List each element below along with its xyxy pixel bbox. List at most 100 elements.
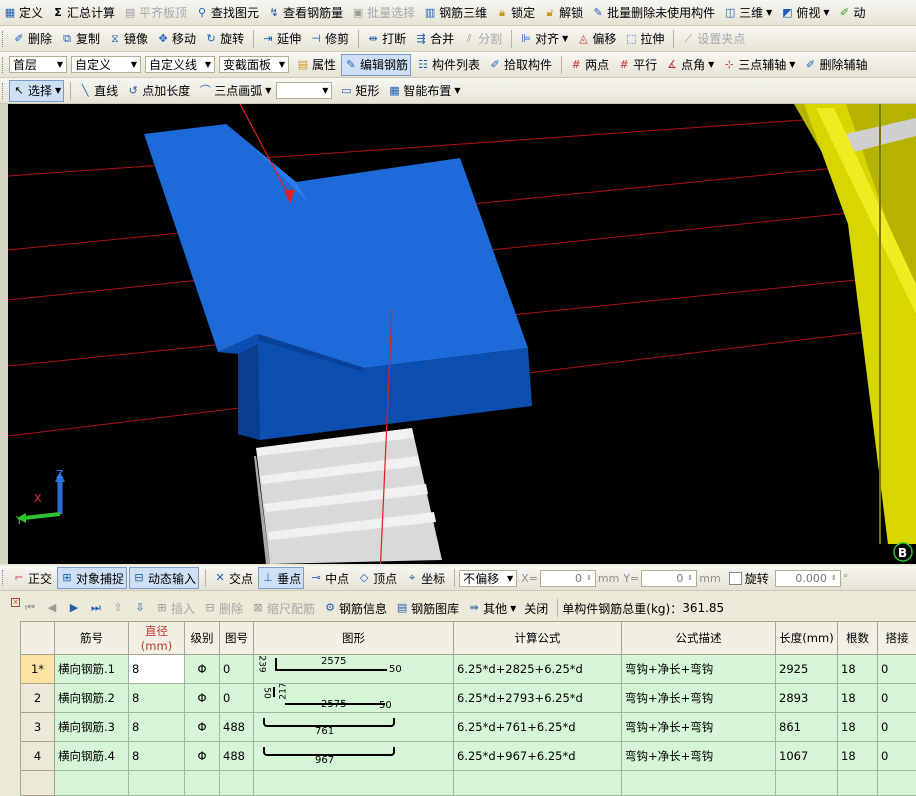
formula-cell[interactable]: [454, 771, 622, 796]
lap-cell[interactable]: [878, 771, 916, 796]
table-row[interactable]: 1* 横向钢筋.1 8 Φ 0 239 2575 50 6.25*d+2825+…: [21, 655, 916, 684]
two-point-axis-button[interactable]: #两点: [566, 55, 612, 75]
next-record-button[interactable]: ▶: [64, 598, 84, 618]
view-3d-dropdown[interactable]: ◫三维▼: [720, 3, 775, 23]
ortho-toggle[interactable]: ⌐正交: [9, 568, 55, 588]
dynamic-input-toggle[interactable]: ⊟动态输入: [129, 567, 199, 589]
formula-desc-cell[interactable]: 弯钩+净长+弯钩: [622, 655, 776, 684]
scale-rebar-button[interactable]: ⊠缩尺配筋: [248, 598, 318, 618]
grade-cell[interactable]: Φ: [185, 684, 220, 713]
trim-button[interactable]: ⊣修剪: [306, 29, 352, 49]
batch-select-button[interactable]: ▣批量选择: [348, 3, 418, 23]
count-cell[interactable]: 18: [838, 655, 878, 684]
count-cell[interactable]: 18: [838, 742, 878, 771]
close-panel-icon[interactable]: ×: [11, 598, 20, 607]
header-bar-no[interactable]: 筋号: [55, 622, 129, 655]
scene-drawing[interactable]: Z X Y B: [8, 104, 916, 564]
figure-no-cell[interactable]: 0: [220, 684, 254, 713]
toolbar-grip[interactable]: [2, 83, 6, 99]
shape-cell[interactable]: 761: [254, 713, 454, 742]
diameter-cell[interactable]: 8: [129, 713, 185, 742]
split-button[interactable]: ⫽分割: [459, 29, 505, 49]
properties-button[interactable]: ▤属性: [293, 55, 339, 75]
diameter-cell[interactable]: 8: [129, 684, 185, 713]
table-row-empty[interactable]: [21, 771, 916, 796]
offset-button[interactable]: ◬偏移: [573, 29, 619, 49]
formula-cell[interactable]: 6.25*d+967+6.25*d: [454, 742, 622, 771]
formula-cell[interactable]: 6.25*d+2793+6.25*d: [454, 684, 622, 713]
table-row[interactable]: 3 横向钢筋.3 8 Φ 488 761 6.25*d+761+6.25*d 弯…: [21, 713, 916, 742]
lock-button[interactable]: 🔒︎锁定: [492, 3, 538, 23]
intersection-snap-toggle[interactable]: ✕交点: [210, 568, 256, 588]
view-rebar-qty-button[interactable]: ↯查看钢筋量: [264, 3, 346, 23]
bar-no-cell[interactable]: 横向钢筋.3: [55, 713, 129, 742]
floor-select[interactable]: 首层▼: [9, 56, 67, 73]
midpoint-snap-toggle[interactable]: ⊸中点: [306, 568, 352, 588]
rebar-3d-button[interactable]: ▥钢筋三维: [420, 3, 490, 23]
dynamic-observe-button[interactable]: ✐动: [835, 3, 869, 23]
vertex-snap-toggle[interactable]: ◇顶点: [354, 568, 400, 588]
diameter-cell[interactable]: 8: [129, 742, 185, 771]
insert-row-button[interactable]: ⊞插入: [152, 598, 198, 618]
formula-desc-cell[interactable]: 弯钩+净长+弯钩: [622, 684, 776, 713]
top-view-dropdown[interactable]: ◩俯视▼: [777, 3, 832, 23]
component-select[interactable]: 变截面板▼: [219, 56, 289, 73]
diameter-cell[interactable]: [129, 771, 185, 796]
lap-cell[interactable]: 0: [878, 713, 916, 742]
delete-row-button[interactable]: ⊟删除: [200, 598, 246, 618]
delete-axis-button[interactable]: ✐删除辅轴: [800, 55, 870, 75]
line-button[interactable]: ╲直线: [75, 81, 121, 101]
row-number[interactable]: 3: [21, 713, 55, 742]
lap-cell[interactable]: 0: [878, 655, 916, 684]
row-number[interactable]: 1*: [21, 655, 55, 684]
y-coordinate-input[interactable]: 0⇕: [641, 570, 697, 587]
figure-no-cell[interactable]: 488: [220, 713, 254, 742]
move-down-button[interactable]: ⇩: [130, 598, 150, 618]
bar-no-cell[interactable]: 横向钢筋.1: [55, 655, 129, 684]
figure-no-cell[interactable]: 488: [220, 742, 254, 771]
align-slab-top-button[interactable]: ▤平齐板顶: [120, 3, 190, 23]
point-angle-dropdown[interactable]: ∡点角▼: [662, 55, 717, 75]
diameter-cell[interactable]: 8: [129, 655, 185, 684]
three-point-arc-dropdown[interactable]: ⌒三点画弧▼: [195, 81, 274, 101]
figure-no-cell[interactable]: 0: [220, 655, 254, 684]
x-coordinate-input[interactable]: 0⇕: [540, 570, 596, 587]
grade-cell[interactable]: Φ: [185, 742, 220, 771]
grade-cell[interactable]: [185, 771, 220, 796]
header-formula[interactable]: 计算公式: [454, 622, 622, 655]
corner-badge[interactable]: B: [894, 543, 912, 561]
lap-cell[interactable]: 0: [878, 684, 916, 713]
length-cell[interactable]: 1067: [776, 742, 838, 771]
table-row[interactable]: 2 横向钢筋.2 8 Φ 0 50 217 2575 50 6.25*d+279…: [21, 684, 916, 713]
formula-desc-cell[interactable]: 弯钩+净长+弯钩: [622, 713, 776, 742]
stair-block[interactable]: [254, 428, 442, 564]
shape-cell[interactable]: 967: [254, 742, 454, 771]
header-lap[interactable]: 搭接: [878, 622, 916, 655]
bar-no-cell[interactable]: [55, 771, 129, 796]
other-dropdown[interactable]: ⇛其他▼: [464, 598, 519, 618]
subcategory-select[interactable]: 自定义线▼: [145, 56, 215, 73]
formula-desc-cell[interactable]: [622, 771, 776, 796]
rectangle-button[interactable]: ▭矩形: [336, 81, 382, 101]
count-cell[interactable]: 18: [838, 713, 878, 742]
point-length-button[interactable]: ↺点加长度: [123, 81, 193, 101]
align-dropdown[interactable]: ⊫对齐▼: [516, 29, 571, 49]
header-shape[interactable]: 图形: [254, 622, 454, 655]
bar-no-cell[interactable]: 横向钢筋.4: [55, 742, 129, 771]
prev-record-button[interactable]: ◀: [42, 598, 62, 618]
header-formula-desc[interactable]: 公式描述: [622, 622, 776, 655]
shape-cell[interactable]: [254, 771, 454, 796]
unlock-button[interactable]: 🔓︎解锁: [540, 3, 586, 23]
bar-no-cell[interactable]: 横向钢筋.2: [55, 684, 129, 713]
header-figure-no[interactable]: 图号: [220, 622, 254, 655]
formula-desc-cell[interactable]: 弯钩+净长+弯钩: [622, 742, 776, 771]
last-record-button[interactable]: ⏭: [86, 598, 106, 618]
grade-cell[interactable]: Φ: [185, 655, 220, 684]
first-record-button[interactable]: ⏮: [20, 598, 40, 618]
extend-button[interactable]: ⇥延伸: [258, 29, 304, 49]
break-button[interactable]: ⇹打断: [363, 29, 409, 49]
rebar-info-button[interactable]: ⚙钢筋信息: [320, 598, 390, 618]
smart-layout-dropdown[interactable]: ▦智能布置▼: [384, 81, 463, 101]
three-point-axis-dropdown[interactable]: ⊹三点辅轴▼: [719, 55, 798, 75]
define-button[interactable]: ▦定义: [0, 3, 46, 23]
